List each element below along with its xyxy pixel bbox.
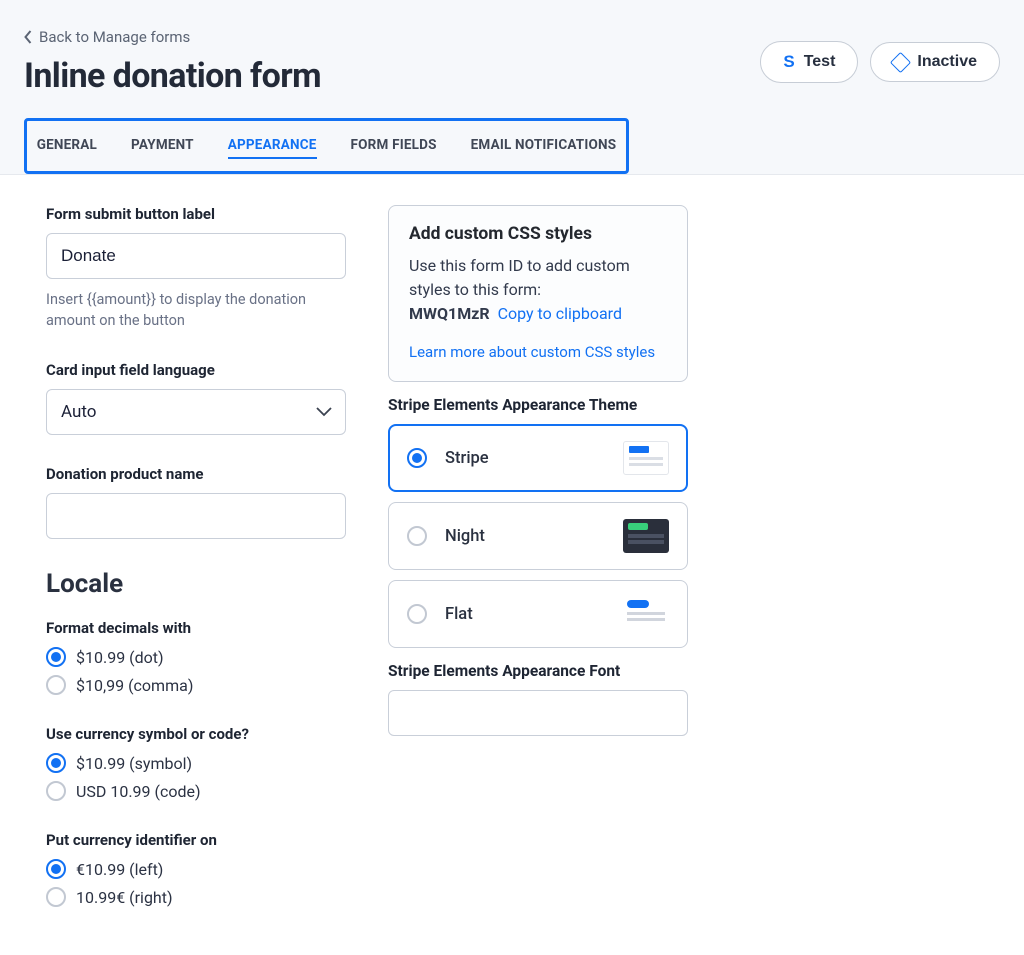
decimals-comma-label: $10,99 (comma) xyxy=(76,676,193,695)
tab-general[interactable]: GENERAL xyxy=(37,137,97,159)
theme-flat-label: Flat xyxy=(445,605,605,624)
submit-button-label: Form submit button label xyxy=(46,205,346,223)
currency-code-opt-label: USD 10.99 (code) xyxy=(76,782,201,801)
product-name-label: Donation product name xyxy=(46,465,346,483)
theme-stripe-label: Stripe xyxy=(445,449,605,468)
radio-icon xyxy=(46,859,66,879)
css-card-desc: Use this form ID to add custom styles to… xyxy=(409,256,630,299)
form-id: MWQ1MzR xyxy=(409,304,490,323)
currency-symbol-label: Use currency symbol or code? xyxy=(46,725,346,743)
decimals-dot-option[interactable]: $10.99 (dot) xyxy=(46,647,346,667)
decimals-comma-option[interactable]: $10,99 (comma) xyxy=(46,675,346,695)
tab-payment[interactable]: PAYMENT xyxy=(131,137,194,159)
radio-icon xyxy=(46,781,66,801)
currency-pos-right-option[interactable]: 10.99€ (right) xyxy=(46,887,346,907)
currency-code-option[interactable]: USD 10.99 (code) xyxy=(46,781,346,801)
back-link-label: Back to Manage forms xyxy=(39,28,190,46)
font-label: Stripe Elements Appearance Font xyxy=(388,662,688,680)
currency-pos-left-label: €10.99 (left) xyxy=(76,860,163,879)
theme-option-night[interactable]: Night xyxy=(388,502,688,570)
currency-pos-left-option[interactable]: €10.99 (left) xyxy=(46,859,346,879)
theme-flat-preview-icon xyxy=(623,597,669,631)
page-title: Inline donation form xyxy=(24,56,760,96)
test-button-label: Test xyxy=(804,53,836,71)
tab-bar: GENERAL PAYMENT APPEARANCE FORM FIELDS E… xyxy=(24,118,629,174)
css-card-title: Add custom CSS styles xyxy=(409,224,667,244)
learn-more-link[interactable]: Learn more about custom CSS styles xyxy=(409,342,655,363)
theme-night-preview-icon xyxy=(623,519,669,553)
radio-icon xyxy=(46,887,66,907)
submit-button-input[interactable] xyxy=(46,233,346,279)
font-input[interactable] xyxy=(388,690,688,736)
locale-title: Locale xyxy=(46,569,346,599)
decimals-label: Format decimals with xyxy=(46,619,346,637)
radio-icon xyxy=(46,675,66,695)
tab-email-notifications[interactable]: EMAIL NOTIFICATIONS xyxy=(471,137,617,159)
currency-pos-label: Put currency identifier on xyxy=(46,831,346,849)
card-lang-label: Card input field language xyxy=(46,361,346,379)
radio-icon xyxy=(407,604,427,624)
theme-option-flat[interactable]: Flat xyxy=(388,580,688,648)
chevron-left-icon xyxy=(24,30,33,44)
inactive-button-label: Inactive xyxy=(917,53,977,71)
test-button[interactable]: S Test xyxy=(760,41,858,83)
decimals-dot-label: $10.99 (dot) xyxy=(76,648,164,667)
radio-icon xyxy=(407,526,427,546)
back-link[interactable]: Back to Manage forms xyxy=(24,28,190,46)
currency-symbol-opt-label: $10.99 (symbol) xyxy=(76,754,192,773)
submit-button-helper: Insert {{amount}} to display the donatio… xyxy=(46,289,346,331)
theme-label: Stripe Elements Appearance Theme xyxy=(388,396,688,414)
copy-clipboard-link[interactable]: Copy to clipboard xyxy=(498,304,622,323)
currency-pos-right-label: 10.99€ (right) xyxy=(76,888,173,907)
theme-night-label: Night xyxy=(445,527,605,546)
diamond-icon xyxy=(890,51,911,72)
card-lang-select[interactable]: Auto xyxy=(46,389,346,435)
css-card: Add custom CSS styles Use this form ID t… xyxy=(388,205,688,382)
stripe-s-icon: S xyxy=(783,52,794,72)
product-name-input[interactable] xyxy=(46,493,346,539)
theme-stripe-preview-icon xyxy=(623,441,669,475)
inactive-button[interactable]: Inactive xyxy=(870,42,1000,82)
radio-icon xyxy=(46,753,66,773)
radio-icon xyxy=(407,448,427,468)
theme-option-stripe[interactable]: Stripe xyxy=(388,424,688,492)
currency-symbol-option[interactable]: $10.99 (symbol) xyxy=(46,753,346,773)
tab-appearance[interactable]: APPEARANCE xyxy=(228,137,317,159)
radio-icon xyxy=(46,647,66,667)
tab-form-fields[interactable]: FORM FIELDS xyxy=(351,137,437,159)
